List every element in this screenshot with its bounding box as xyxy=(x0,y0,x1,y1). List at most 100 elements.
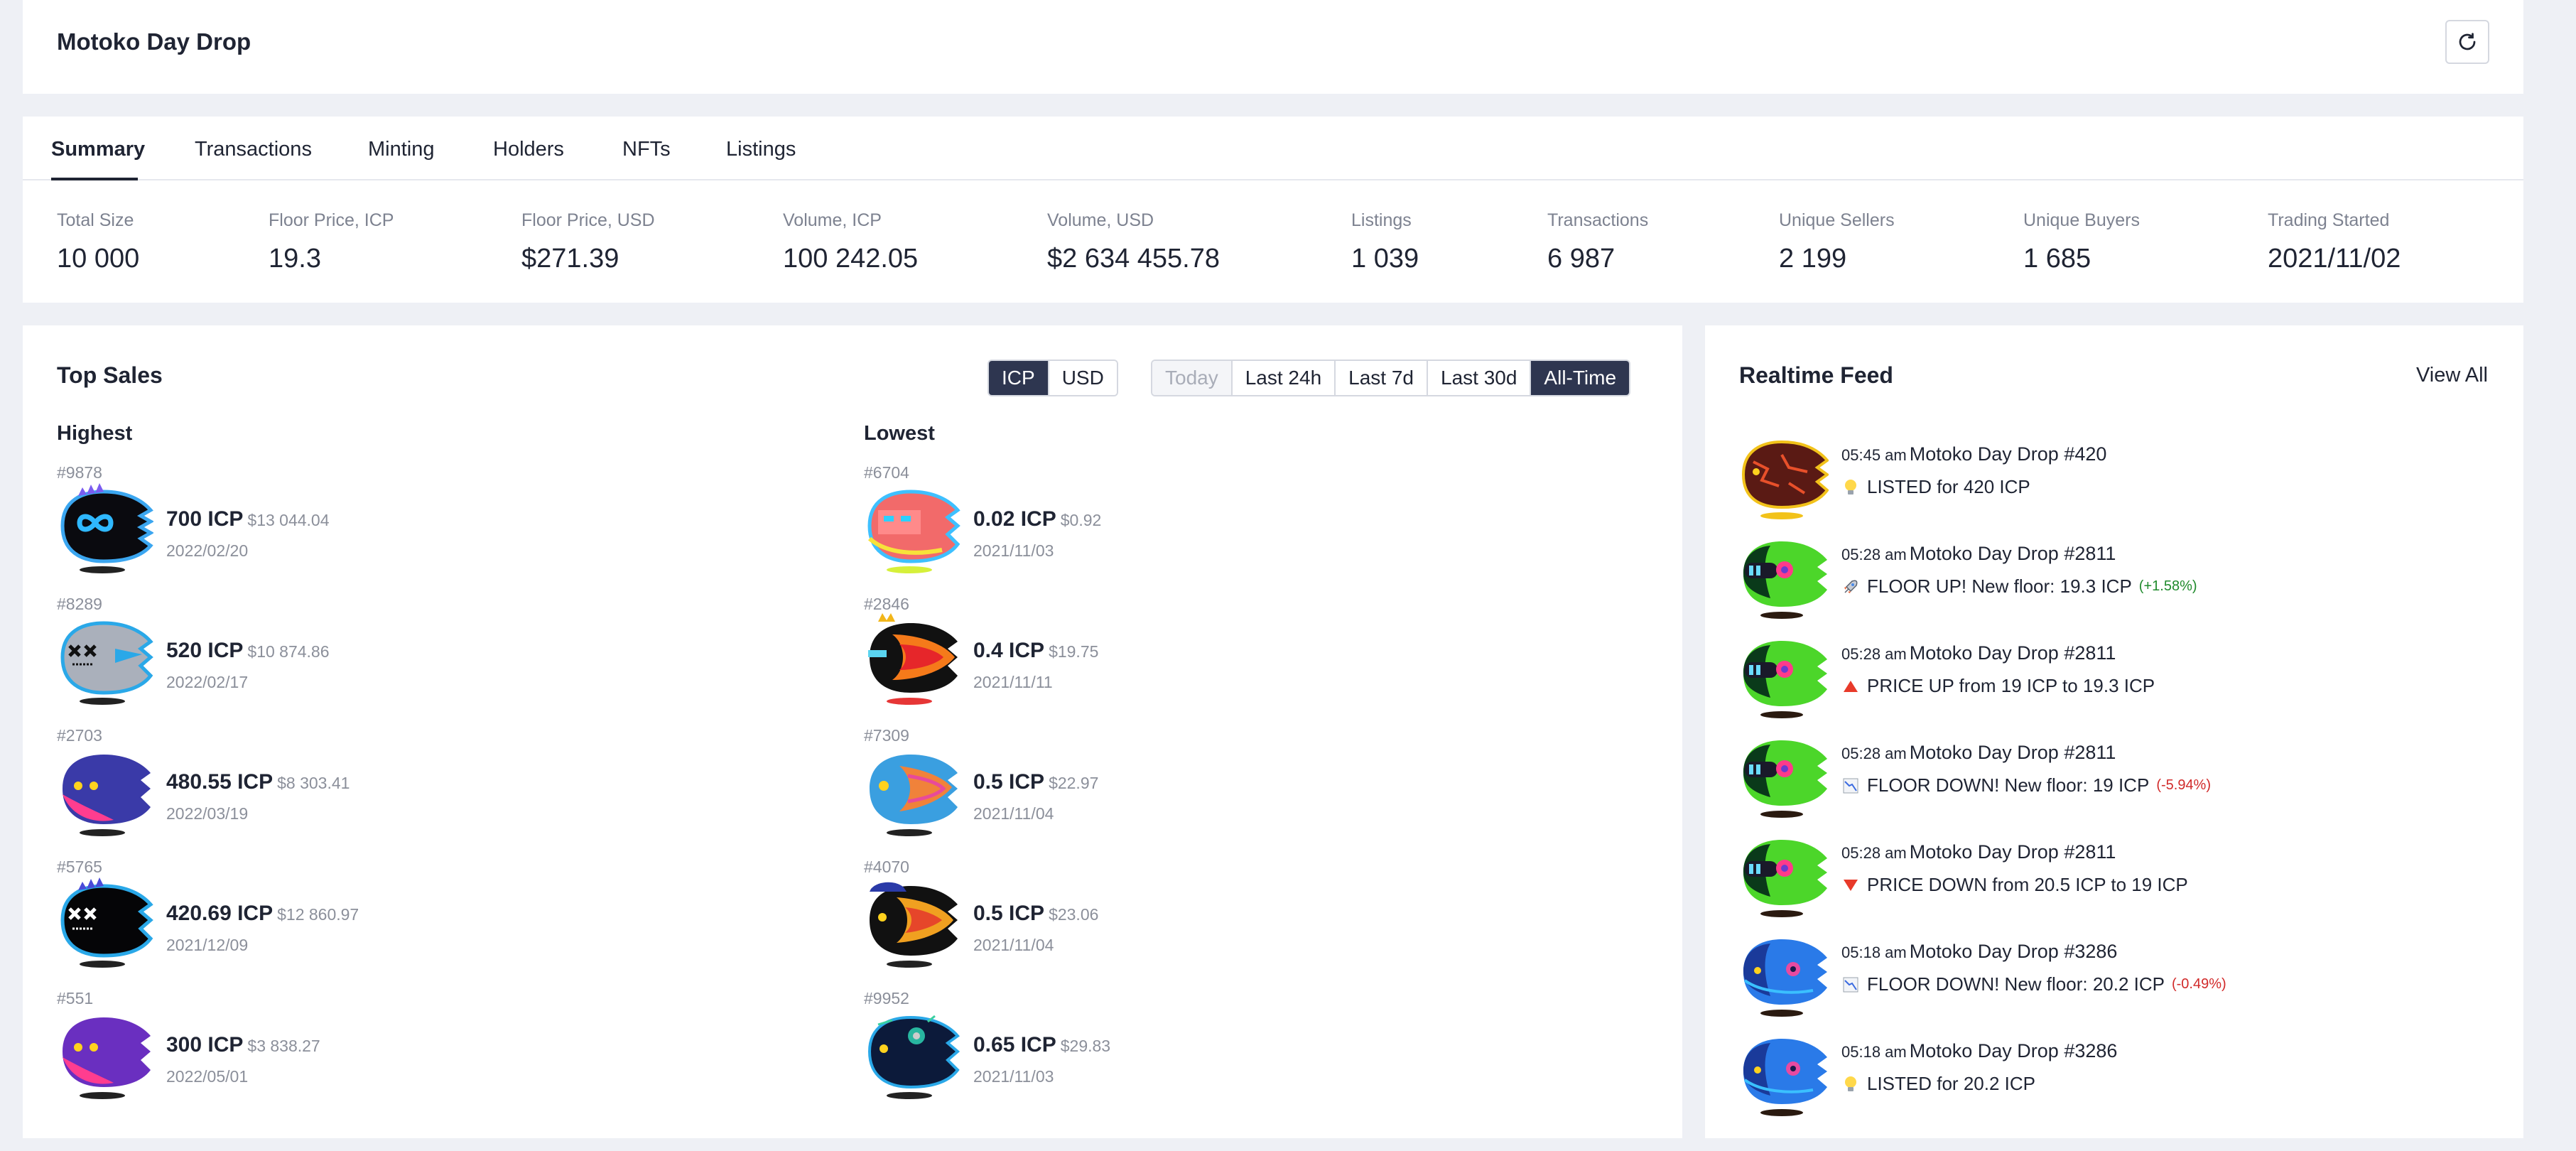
nft-avatar xyxy=(870,755,958,836)
feed-item[interactable]: 05:18 am Motoko Day Drop #3286 LISTED for… xyxy=(1739,1030,2492,1123)
sale-price-icp: 0.4 ICP xyxy=(973,639,1045,662)
sale-price-icp: 700 ICP xyxy=(166,507,244,531)
feed-item[interactable]: 05:45 am Motoko Day Drop #420 LISTED for … xyxy=(1739,433,2492,526)
feed-event-text: LISTED for 20.2 ICP xyxy=(1867,1073,2035,1094)
sale-price-usd: $29.83 xyxy=(1060,1037,1111,1055)
sale-price-usd: $12 860.97 xyxy=(277,905,359,924)
sale-item[interactable]: #9952 0.65 ICP $29.83 2021/11/03 xyxy=(864,989,1503,1118)
period-option-last-30d[interactable]: Last 30d xyxy=(1428,361,1532,395)
sale-rank: #7309 xyxy=(864,726,909,745)
sale-item[interactable]: #5765 420.69 ICP $12 860.97 2021/12/09 xyxy=(57,858,696,987)
feed-nft-name: Motoko Day Drop #3286 xyxy=(1909,941,2118,962)
feed-item-event: FLOOR UP! New floor: 19.3 ICP (+1.58%) xyxy=(1841,576,2197,598)
feed-time: 05:18 am xyxy=(1841,944,1907,961)
sale-item[interactable]: #9878 700 ICP $13 044.04 2022/02/20 xyxy=(57,463,696,593)
feed-item[interactable]: 05:18 am Motoko Day Drop #3286 FLOOR DOWN… xyxy=(1739,931,2492,1023)
feed-event-text: FLOOR DOWN! New floor: 20.2 ICP xyxy=(1867,973,2165,995)
sale-rank: #2846 xyxy=(864,595,909,613)
sale-price-usd: $3 838.27 xyxy=(247,1037,320,1055)
view-all-link[interactable]: View All xyxy=(2416,364,2488,387)
sale-item[interactable]: #2703 480.55 ICP $8 303.41 2022/03/19 xyxy=(57,726,696,855)
top-sales-title: Top Sales xyxy=(57,362,163,388)
nft-avatar xyxy=(1741,440,1829,519)
tab-nfts[interactable]: NFTs xyxy=(622,138,671,161)
feed-time: 05:45 am xyxy=(1841,446,1907,464)
feed-event-text: FLOOR DOWN! New floor: 19 ICP xyxy=(1867,774,2150,796)
triangle-up-icon xyxy=(1841,677,1860,696)
chart-down-icon xyxy=(1841,976,1860,994)
sale-price: 700 ICP $13 044.04 xyxy=(166,507,330,531)
sale-date: 2022/02/20 xyxy=(166,541,249,560)
tab-summary[interactable]: Summary xyxy=(51,138,145,161)
feed-nft-name: Motoko Day Drop #3286 xyxy=(1909,1040,2118,1061)
sale-date: 2021/11/03 xyxy=(973,541,1054,560)
sale-price: 0.5 ICP $23.06 xyxy=(973,902,1098,926)
nft-avatar xyxy=(60,877,153,968)
stat-unique-buyers: Unique Buyers 1 685 xyxy=(2023,210,2140,274)
feed-item-header: 05:28 am Motoko Day Drop #2811 xyxy=(1841,543,2116,565)
sale-item[interactable]: #551 300 ICP $3 838.27 2022/05/01 xyxy=(57,989,696,1118)
feed-time: 05:18 am xyxy=(1841,1043,1907,1061)
sale-rank: #2703 xyxy=(57,726,102,745)
sale-price: 520 ICP $10 874.86 xyxy=(166,639,330,663)
nft-avatar xyxy=(870,882,958,968)
period-option-last-7d[interactable]: Last 7d xyxy=(1336,361,1428,395)
sale-price: 0.4 ICP $19.75 xyxy=(973,639,1098,663)
sale-price-icp: 0.5 ICP xyxy=(973,902,1045,925)
feed-time: 05:28 am xyxy=(1841,645,1907,663)
stat-value: 6 987 xyxy=(1547,244,1616,274)
nft-avatar xyxy=(1743,840,1827,917)
feed-item-event: FLOOR DOWN! New floor: 20.2 ICP (-0.49%) xyxy=(1841,973,2226,995)
sale-item[interactable]: #8289 520 ICP $10 874.86 2022/02/17 xyxy=(57,595,696,724)
sale-rank: #6704 xyxy=(864,463,909,482)
period-option-last-24h[interactable]: Last 24h xyxy=(1232,361,1336,395)
refresh-button[interactable] xyxy=(2445,20,2489,64)
currency-option-usd[interactable]: USD xyxy=(1049,361,1117,395)
page-title: Motoko Day Drop xyxy=(57,28,251,55)
nft-avatar xyxy=(1743,1039,1827,1116)
sale-rank: #4070 xyxy=(864,858,909,876)
sale-price-icp: 520 ICP xyxy=(166,639,244,662)
sale-price-usd: $13 044.04 xyxy=(247,511,330,529)
active-tab-indicator xyxy=(51,178,138,180)
summary-panel: Summary Transactions Minting Holders NFT… xyxy=(23,117,2523,303)
tab-transactions[interactable]: Transactions xyxy=(195,138,312,161)
feed-item[interactable]: 05:28 am Motoko Day Drop #2811 PRICE UP f… xyxy=(1739,632,2492,725)
sale-rank: #551 xyxy=(57,989,94,1007)
tab-minting[interactable]: Minting xyxy=(368,138,435,161)
feed-item-event: FLOOR DOWN! New floor: 19 ICP (-5.94%) xyxy=(1841,774,2211,796)
sale-item[interactable]: #7309 0.5 ICP $22.97 2021/11/04 xyxy=(864,726,1503,855)
sale-date: 2021/11/04 xyxy=(973,804,1054,823)
feed-item-event: PRICE DOWN from 20.5 ICP to 19 ICP xyxy=(1841,874,2188,896)
sale-price-usd: $0.92 xyxy=(1060,511,1102,529)
feed-nft-name: Motoko Day Drop #2811 xyxy=(1909,841,2116,863)
stat-volume-icp: Volume, ICP 100 242.05 xyxy=(783,210,918,274)
tab-holders[interactable]: Holders xyxy=(493,138,564,161)
feed-item[interactable]: 05:28 am Motoko Day Drop #2811 FLOOR DOWN… xyxy=(1739,732,2492,824)
stat-label: Volume, USD xyxy=(1047,210,1154,230)
stat-label: Listings xyxy=(1351,210,1412,230)
nft-avatar xyxy=(867,1015,960,1099)
sale-item[interactable]: #6704 0.02 ICP $0.92 2021/11/03 xyxy=(864,463,1503,593)
feed-item[interactable]: 05:28 am Motoko Day Drop #2811 FLOOR UP! … xyxy=(1739,533,2492,625)
tab-listings[interactable]: Listings xyxy=(726,138,796,161)
nft-avatar xyxy=(1743,939,1827,1017)
nft-avatar xyxy=(868,613,958,705)
currency-toggle: ICP USD xyxy=(987,360,1118,396)
period-option-all-time[interactable]: All-Time xyxy=(1531,361,1630,395)
nft-avatar xyxy=(60,483,153,573)
stat-value: $271.39 xyxy=(521,244,619,274)
feed-event-text: FLOOR UP! New floor: 19.3 ICP xyxy=(1867,576,2132,597)
feed-nft-name: Motoko Day Drop #2811 xyxy=(1909,642,2116,664)
sale-price-icp: 420.69 ICP xyxy=(166,902,274,925)
sale-item[interactable]: #4070 0.5 ICP $23.06 2021/11/04 xyxy=(864,858,1503,987)
stat-floor-price-icp: Floor Price, ICP 19.3 xyxy=(269,210,394,274)
feed-item[interactable]: 05:28 am Motoko Day Drop #2811 PRICE DOWN… xyxy=(1739,831,2492,924)
period-option-today[interactable]: Today xyxy=(1152,361,1233,395)
feed-item-header: 05:28 am Motoko Day Drop #2811 xyxy=(1841,642,2116,664)
stat-listings: Listings 1 039 xyxy=(1351,210,1419,274)
feed-change-percent: (-0.49%) xyxy=(2171,976,2226,992)
sale-item[interactable]: #2846 0.4 ICP $19.75 2021/11/11 xyxy=(864,595,1503,724)
currency-option-icp[interactable]: ICP xyxy=(989,361,1049,395)
stat-value: 10 000 xyxy=(57,244,140,274)
